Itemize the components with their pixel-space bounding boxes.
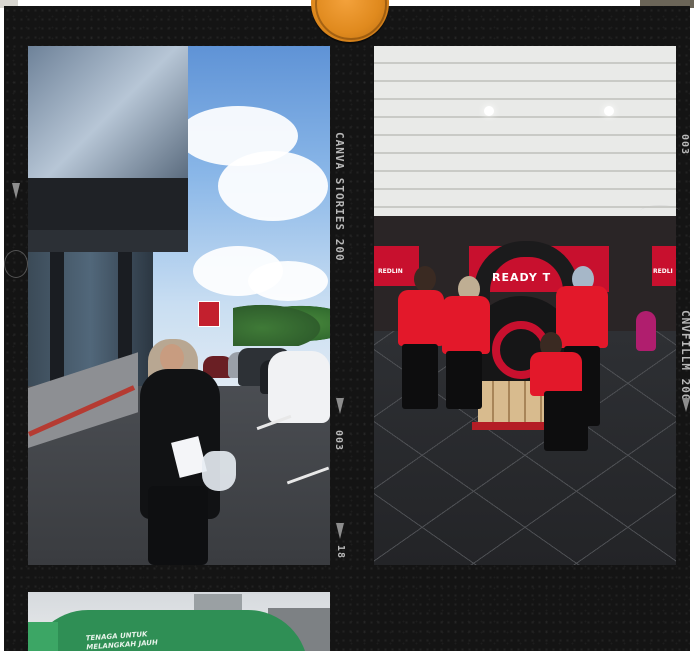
photo-nissan-event-group[interactable]: REDLIN REDLI READY T	[374, 46, 676, 565]
banner-left: REDLIN	[374, 246, 419, 286]
plastic-bag	[202, 451, 236, 491]
cloud	[248, 261, 328, 301]
ceiling-light	[484, 106, 494, 116]
person-pants	[148, 486, 208, 565]
banner-right: REDLI	[652, 246, 676, 286]
red-shirt	[442, 296, 490, 354]
film-marker-triangle	[336, 398, 344, 414]
person-head	[414, 266, 436, 292]
film-marker-triangle	[336, 523, 344, 539]
red-shirt	[530, 352, 582, 396]
ceiling-light	[604, 106, 614, 116]
green-umbrella	[28, 610, 308, 651]
film-scratch	[640, 205, 680, 218]
magenta-outfit	[636, 311, 656, 351]
photo-dealership-selfie[interactable]	[28, 46, 330, 565]
film-frame-number: 003	[333, 430, 344, 452]
banner-headline: READY T	[492, 271, 552, 284]
nissan-sign	[198, 301, 220, 327]
building-canopy	[28, 178, 188, 230]
red-shirt	[556, 286, 608, 348]
film-brand-text: CANVA STORIES 200	[333, 132, 346, 262]
red-shirt	[398, 290, 444, 346]
black-pants	[446, 351, 482, 409]
banner-left-text: REDLIN	[378, 268, 403, 275]
film-frame-number: 18	[335, 545, 346, 560]
black-pants	[544, 391, 588, 451]
film-marker-triangle	[682, 398, 690, 412]
black-pants	[402, 344, 438, 409]
photo-green-tent[interactable]: TENAGA UNTUK MELANGKAH JAUH	[28, 592, 330, 651]
film-scratch	[4, 250, 28, 278]
building-glass	[28, 46, 188, 186]
banner-right-text: REDLI	[653, 268, 673, 275]
building-underside	[28, 230, 188, 252]
trees	[233, 301, 330, 346]
white-car	[268, 351, 330, 423]
cloud	[218, 151, 328, 221]
person-face	[160, 344, 184, 372]
green-umbrella-edge	[28, 622, 58, 651]
umbrella-slogan: TENAGA UNTUK MELANGKAH JAUH	[85, 630, 158, 651]
film-edge-text: CNVFILLM 200	[679, 310, 692, 402]
film-marker-triangle	[12, 183, 20, 199]
film-frame-number: 003	[679, 134, 690, 156]
